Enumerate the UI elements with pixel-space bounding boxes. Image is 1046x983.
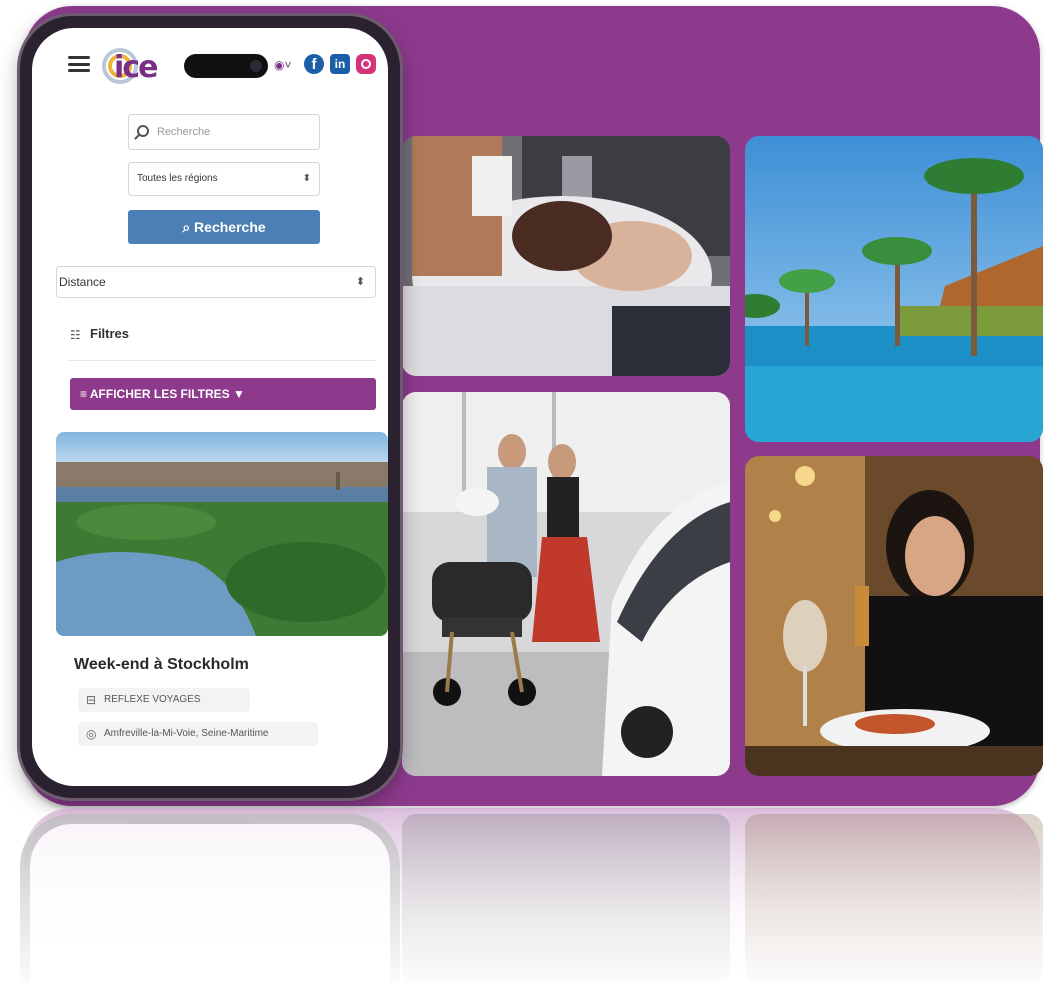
- location-text: Amfreville-la-Mi-Voie, Seine-Maritime: [104, 728, 269, 739]
- car-showroom-family-photo: [402, 392, 730, 776]
- restaurant-dining-photo: [745, 456, 1043, 776]
- ice-logo[interactable]: ice: [114, 50, 158, 85]
- show-filters-button[interactable]: ≡ AFFICHER LES FILTRES ▼: [70, 378, 376, 410]
- search-placeholder: Recherche: [157, 126, 211, 138]
- organizer-tag: ⊟ REFLEXE VOYAGES: [78, 688, 250, 712]
- stockholm-listing-image[interactable]: [56, 432, 388, 636]
- facebook-icon[interactable]: f: [304, 54, 324, 74]
- divider: [68, 360, 376, 361]
- listing-title[interactable]: Week-end à Stockholm: [74, 656, 249, 674]
- hair-salon-photo: [402, 136, 730, 376]
- search-input[interactable]: Recherche: [128, 114, 320, 150]
- sliders-icon: ☷: [70, 328, 81, 342]
- filters-heading: ☷ Filtres: [70, 322, 370, 352]
- dynamic-island: [184, 54, 268, 78]
- distance-select[interactable]: Distance ⬍: [56, 266, 376, 298]
- location-tag: ◎ Amfreville-la-Mi-Voie, Seine-Maritime: [78, 722, 318, 746]
- filters-label: Filtres: [90, 326, 130, 341]
- organizer-name: REFLEXE VOYAGES: [104, 694, 201, 705]
- app-content: ice ◉˅ f in Recherche Toutes les régions…: [32, 28, 388, 786]
- select-arrows-icon: ⬍: [355, 276, 365, 288]
- linkedin-icon[interactable]: in: [330, 54, 350, 74]
- tropical-resort-photo: [745, 136, 1043, 442]
- menu-icon[interactable]: [68, 56, 90, 72]
- app-header: ice ◉˅ f in: [32, 46, 388, 90]
- instagram-icon[interactable]: [356, 54, 376, 74]
- search-button[interactable]: ⌕ Recherche: [128, 210, 320, 244]
- search-icon: [137, 125, 149, 137]
- region-select[interactable]: Toutes les régions ⬍: [128, 162, 320, 196]
- user-icon[interactable]: ◉˅: [274, 58, 291, 72]
- region-select-value: Toutes les régions: [137, 173, 218, 184]
- distance-select-value: Distance: [59, 275, 106, 289]
- briefcase-icon: ⊟: [86, 693, 97, 707]
- reflection: [0, 808, 1046, 983]
- select-arrows-icon: ⬍: [302, 173, 311, 184]
- location-pin-icon: ◎: [86, 727, 97, 741]
